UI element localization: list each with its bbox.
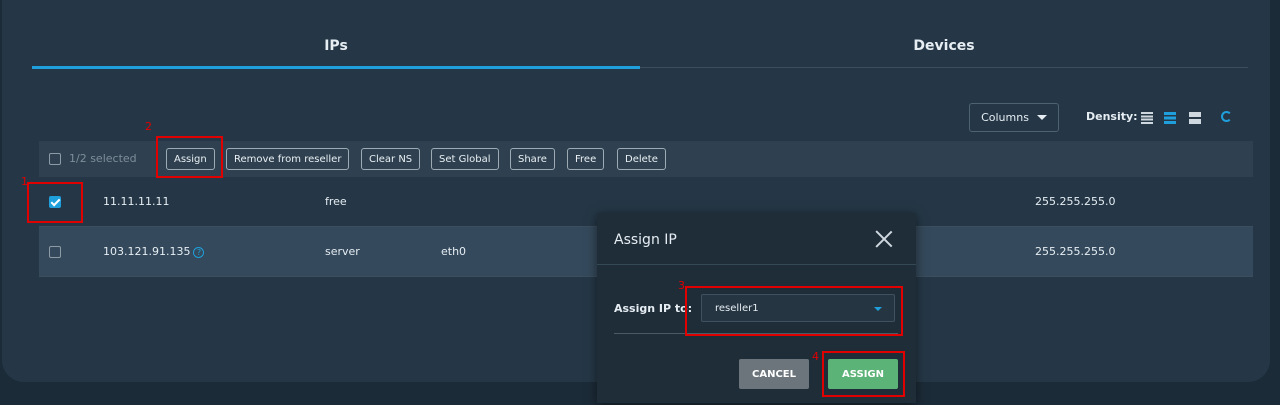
tab-ips[interactable]: IPs [32, 28, 640, 69]
bulk-action-toolbar: 1/2 selected Assign Remove from reseller… [39, 141, 1253, 177]
density-label: Density: [1086, 110, 1138, 123]
step-number-2: 2 [145, 120, 152, 133]
assign-button[interactable]: Assign [166, 148, 215, 170]
density-compact-icon[interactable] [1141, 112, 1153, 124]
close-icon[interactable] [875, 230, 893, 248]
assign-to-label: Assign IP to: [614, 302, 693, 315]
free-button[interactable]: Free [567, 148, 605, 170]
help-icon[interactable]: ? [193, 247, 205, 258]
step-number-4: 4 [812, 350, 819, 363]
ip-address: 103.121.91.135 [103, 245, 191, 258]
set-global-button[interactable]: Set Global [431, 148, 499, 170]
netmask: 255.255.255.0 [1035, 195, 1116, 208]
columns-dropdown[interactable]: Columns [969, 103, 1059, 132]
reseller-select[interactable]: reseller1 [701, 294, 895, 322]
density-wide-icon[interactable] [1189, 112, 1201, 124]
select-all-checkbox[interactable] [49, 153, 61, 165]
chevron-down-icon [874, 307, 882, 311]
columns-label: Columns [981, 111, 1029, 124]
ip-device: eth0 [441, 245, 467, 258]
density-normal-icon[interactable] [1164, 112, 1176, 124]
step-number-1: 1 [21, 175, 28, 188]
tab-bar: IPs Devices [32, 28, 1248, 69]
share-button[interactable]: Share [510, 148, 555, 170]
netmask: 255.255.255.0 [1035, 245, 1116, 258]
cancel-button[interactable]: CANCEL [739, 359, 809, 389]
confirm-assign-button[interactable]: ASSIGN [828, 359, 898, 389]
ip-status: server [325, 245, 360, 258]
ip-address: 11.11.11.11 [103, 195, 170, 208]
step-number-3: 3 [678, 279, 685, 292]
reseller-select-value: reseller1 [715, 303, 759, 314]
delete-button[interactable]: Delete [617, 148, 666, 170]
clear-ns-button[interactable]: Clear NS [361, 148, 421, 170]
modal-divider [614, 333, 898, 334]
ip-status: free [325, 195, 347, 208]
row-checkbox[interactable] [49, 196, 61, 208]
chevron-down-icon [1036, 115, 1047, 120]
row-checkbox[interactable] [49, 246, 61, 258]
modal-title: Assign IP [614, 232, 677, 248]
modal-header: Assign IP [597, 213, 916, 265]
tab-devices[interactable]: Devices [640, 28, 1248, 67]
remove-from-reseller-button[interactable]: Remove from reseller [226, 148, 350, 170]
assign-ip-modal: Assign IP Assign IP to: reseller1 CANCEL… [597, 213, 916, 403]
selected-count: 1/2 selected [69, 152, 137, 165]
ip-address-cell: 103.121.91.135? [103, 245, 205, 258]
refresh-icon[interactable] [1221, 111, 1232, 122]
